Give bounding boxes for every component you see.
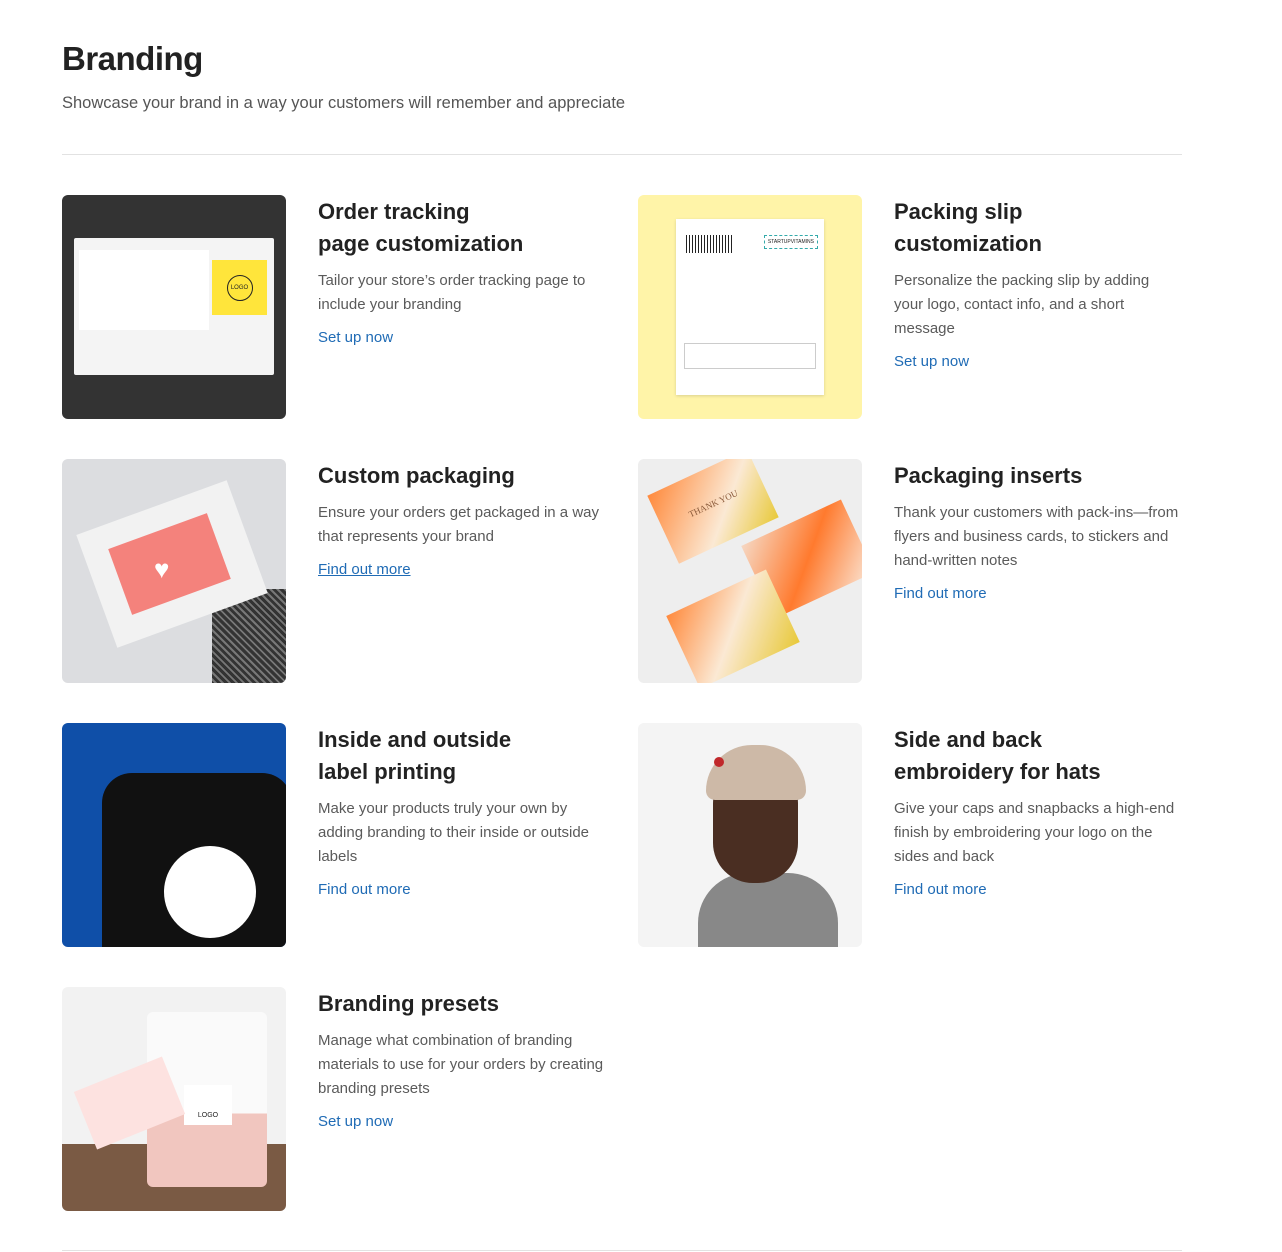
card-description: Manage what combination of branding mate… <box>318 1032 604 1097</box>
set-up-order-tracking-link[interactable]: Set up now <box>318 329 393 346</box>
page-subtitle: Showcase your brand in a way your custom… <box>62 94 626 112</box>
set-up-packing-slip-link[interactable]: Set up now <box>894 353 969 370</box>
card-title: Packaging inserts <box>894 463 1083 488</box>
logo-placeholder: LOGO <box>226 274 253 301</box>
card-title: Packing slip customization <box>894 199 1042 256</box>
set-up-presets-link[interactable]: Set up now <box>318 1113 393 1130</box>
card-description: Give your caps and snapbacks a high-end … <box>894 800 1175 865</box>
card-custom-packaging: ♥ Custom packaging Ensure your orders ge… <box>62 459 606 683</box>
find-out-more-packaging-link[interactable]: Find out more <box>318 561 411 578</box>
page-header: Branding Showcase your brand in a way yo… <box>62 40 625 113</box>
card-order-tracking: LOGO Order tracking page customization Ta… <box>62 195 606 419</box>
card-packing-slip: STARTUPVITAMINS Packing slip customizatio… <box>638 195 1182 419</box>
card-label-printing: Inside and outside label printing Make yo… <box>62 723 606 947</box>
card-packaging-inserts: THANK YOU Packaging inserts Thank your c… <box>638 459 1182 683</box>
packing-slip-image: STARTUPVITAMINS <box>638 195 862 419</box>
label-printing-image <box>62 723 286 947</box>
card-description: Tailor your store’s order tracking page … <box>318 272 586 313</box>
card-description: Ensure your orders get packaged in a way… <box>318 504 599 545</box>
custom-packaging-image: ♥ <box>62 459 286 683</box>
page-title: Branding <box>62 40 203 77</box>
card-description: Make your products truly your own by add… <box>318 800 590 865</box>
card-title: Custom packaging <box>318 463 515 488</box>
card-description: Personalize the packing slip by adding y… <box>894 272 1150 337</box>
divider <box>62 1250 1182 1251</box>
card-hat-embroidery: Side and back embroidery for hats Give yo… <box>638 723 1182 947</box>
heart-icon: ♥ <box>154 554 170 584</box>
find-out-more-inserts-link[interactable]: Find out more <box>894 585 987 602</box>
card-title: Side and back embroidery for hats <box>894 727 1101 784</box>
card-title: Inside and outside label printing <box>318 727 512 784</box>
divider <box>62 154 1182 155</box>
card-description: Thank your customers with pack-ins—from … <box>894 504 1179 569</box>
find-out-more-hats-link[interactable]: Find out more <box>894 881 987 898</box>
logo-placeholder: LOGO <box>184 1085 232 1125</box>
hat-embroidery-image <box>638 723 862 947</box>
card-branding-presets: LOGO Branding presets Manage what combin… <box>62 987 606 1211</box>
order-tracking-image: LOGO <box>62 195 286 419</box>
find-out-more-labels-link[interactable]: Find out more <box>318 881 411 898</box>
branding-presets-image: LOGO <box>62 987 286 1211</box>
barcode-icon <box>686 235 732 253</box>
card-title: Order tracking page customization <box>318 199 524 256</box>
card-title: Branding presets <box>318 991 499 1016</box>
packaging-inserts-image: THANK YOU <box>638 459 862 683</box>
